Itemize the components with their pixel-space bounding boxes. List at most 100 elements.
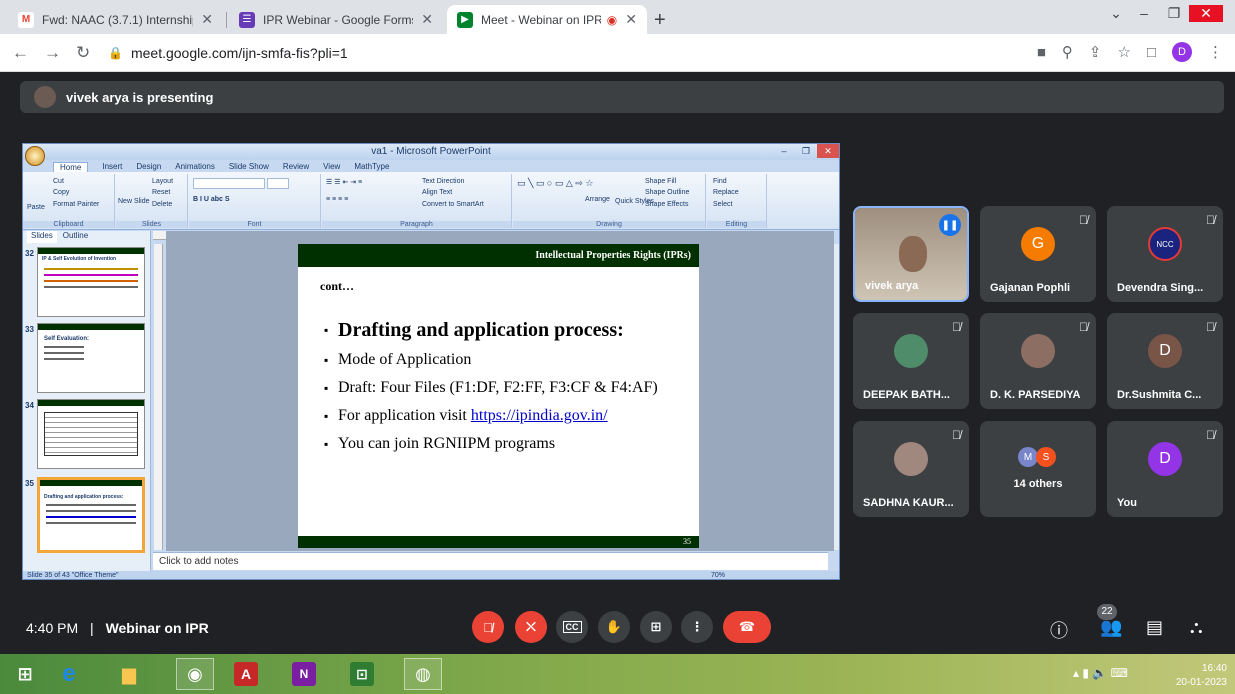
speaking-indicator-icon: ❚❚	[939, 214, 961, 236]
ppt-tab-design[interactable]: Design	[136, 162, 161, 172]
arrange-button[interactable]: Arrange	[585, 196, 610, 203]
text-direction-button[interactable]: Text Direction	[422, 178, 464, 185]
people-icon[interactable]: 👥	[1100, 617, 1122, 638]
tab-meet[interactable]: ▶ Meet - Webinar on IPR ◉ ✕	[447, 5, 647, 34]
acrobat-icon[interactable]: A	[234, 662, 258, 686]
align-icons[interactable]: ≡ ≡ ≡ ≡	[326, 196, 348, 203]
file-explorer-icon[interactable]: ▆	[110, 658, 148, 690]
close-icon[interactable]: ✕	[201, 11, 213, 28]
ppt-minimize-icon[interactable]: –	[773, 144, 795, 158]
present-now-button[interactable]: ⊞	[640, 611, 672, 643]
slide-thumbnail-selected[interactable]: Drafting and application process:	[37, 477, 145, 553]
participant-tile[interactable]: 🎙̸ G Gajanan Pophli	[980, 206, 1096, 302]
close-icon[interactable]: ✕	[421, 11, 433, 28]
reload-icon[interactable]: ↻	[76, 43, 90, 63]
shape-outline-button[interactable]: Shape Outline	[645, 189, 689, 196]
font-size-box[interactable]	[267, 178, 289, 189]
convert-smartart-button[interactable]: Convert to SmartArt	[422, 201, 484, 208]
maximize-icon[interactable]: ❐	[1159, 5, 1189, 22]
office-button-icon[interactable]	[25, 146, 45, 166]
participant-tile[interactable]: 🎙̸ DEEPAK BATH...	[853, 313, 969, 409]
tab-gmail[interactable]: M Fwd: NAAC (3.7.1) Internship Dat ✕	[8, 5, 223, 34]
ppt-tab-slide-show[interactable]: Slide Show	[229, 162, 269, 172]
meeting-details-icon[interactable]: ⓘ	[1050, 617, 1068, 643]
find-button[interactable]: Find	[713, 178, 727, 185]
pane-tab-outline[interactable]: Outline	[63, 231, 88, 243]
windows-start-icon[interactable]: ⊞	[6, 658, 44, 690]
thumb-number: 34	[25, 401, 34, 410]
ppt-tab-view[interactable]: View	[323, 162, 340, 172]
bookmark-star-icon[interactable]: ☆	[1117, 43, 1130, 61]
ppt-maximize-icon[interactable]: ❐	[795, 144, 817, 158]
ppt-tab-insert[interactable]: Insert	[102, 162, 122, 172]
side-panel-icon[interactable]: □	[1147, 44, 1156, 61]
layout-button[interactable]: Layout	[152, 178, 173, 185]
leave-call-button[interactable]: ☎	[723, 611, 771, 643]
participant-tile[interactable]: 🎙̸ NCC Devendra Sing...	[1107, 206, 1223, 302]
select-button[interactable]: Select	[713, 201, 732, 208]
ppt-tab-mathtype[interactable]: MathType	[354, 162, 389, 172]
raise-hand-button[interactable]: ✋	[598, 611, 630, 643]
zoom-icon[interactable]: ⚲	[1062, 43, 1073, 61]
delete-button[interactable]: Delete	[152, 201, 172, 208]
font-name-box[interactable]	[193, 178, 265, 189]
pane-tab-slides[interactable]: Slides	[27, 231, 57, 243]
store-icon[interactable]: ⊡	[350, 662, 374, 686]
onenote-icon[interactable]: N	[292, 662, 316, 686]
window-close-icon[interactable]: ✕	[1189, 4, 1223, 22]
align-text-button[interactable]: Align Text	[422, 189, 452, 196]
ppt-close-icon[interactable]: ✕	[817, 144, 839, 158]
system-tray-icons[interactable]: ▴ ▮ 🔈 ⌨	[1073, 666, 1128, 680]
kebab-menu-icon[interactable]: ⋮	[1208, 43, 1223, 61]
copy-button[interactable]: Copy	[53, 189, 69, 196]
chat-icon[interactable]: ▤	[1146, 617, 1163, 638]
list-icons[interactable]: ☰ ☰ ⇤ ⇥ ≡	[326, 178, 362, 186]
camera-icon[interactable]: ■	[1037, 44, 1046, 61]
bold-italic-underline-icons[interactable]: B I U abc S	[193, 196, 230, 203]
ppt-tab-animations[interactable]: Animations	[175, 162, 215, 172]
back-icon[interactable]: ←	[12, 43, 29, 63]
notes-pane[interactable]: Click to add notes	[153, 552, 828, 570]
participant-tile[interactable]: ❚❚ vivek arya	[853, 206, 969, 302]
shapes-gallery[interactable]: ▭ ╲ ▭ ○ ▭ △ ⇨ ☆	[517, 178, 593, 189]
more-options-button[interactable]: ⋮	[681, 611, 713, 643]
obs-icon[interactable]: ◍	[404, 658, 442, 690]
address-bar[interactable]: 🔒 meet.google.com/ijn-smfa-fis?pli=1	[108, 39, 1028, 67]
reset-button[interactable]: Reset	[152, 189, 170, 196]
forward-icon[interactable]: →	[44, 43, 61, 63]
ppt-tab-review[interactable]: Review	[283, 162, 309, 172]
camera-toggle-button[interactable]: ⛌	[515, 611, 547, 643]
minimize-icon[interactable]: –	[1129, 5, 1159, 21]
share-icon[interactable]: ⇪	[1089, 43, 1102, 61]
new-slide-button[interactable]: New Slide	[118, 198, 150, 205]
system-clock[interactable]: 16:40 20-01-2023	[1176, 662, 1227, 690]
participant-tile[interactable]: 🎙̸ SADHNA KAUR...	[853, 421, 969, 517]
ipindia-link[interactable]: https://ipindia.gov.in/	[471, 407, 608, 424]
canvas-scrollbar[interactable]	[834, 244, 839, 550]
slide-thumbnail[interactable]: IP & Self Evolution of Invention	[37, 247, 145, 317]
ppt-tab-home[interactable]: Home	[53, 162, 89, 172]
self-tile[interactable]: 🎙̸ D You	[1107, 421, 1223, 517]
tab-google-forms[interactable]: ☰ IPR Webinar - Google Forms ✕	[229, 5, 443, 34]
captions-button[interactable]: CC	[556, 611, 588, 643]
participant-tile[interactable]: 🎙̸ D. K. PARSEDIYA	[980, 313, 1096, 409]
chrome-icon[interactable]: ◉	[176, 658, 214, 690]
others-tile[interactable]: M S 14 others	[980, 421, 1096, 517]
cut-button[interactable]: Cut	[53, 178, 64, 185]
shape-effects-button[interactable]: Shape Effects	[645, 201, 688, 208]
activities-icon[interactable]: ⛬	[1190, 617, 1203, 638]
ie-icon[interactable]: e	[50, 658, 88, 690]
close-icon[interactable]: ✕	[625, 11, 637, 28]
profile-avatar[interactable]: D	[1172, 42, 1192, 62]
new-tab-button[interactable]: +	[654, 9, 666, 32]
slide-thumbnail[interactable]: Self Evaluation:	[37, 323, 145, 393]
replace-button[interactable]: Replace	[713, 189, 739, 196]
shape-fill-button[interactable]: Shape Fill	[645, 178, 676, 185]
mic-toggle-button[interactable]: 🎙̸	[472, 611, 504, 643]
tab-search-icon[interactable]: ⌄	[1103, 5, 1129, 22]
paste-button[interactable]: Paste	[27, 204, 45, 211]
slide-thumbnail[interactable]	[37, 399, 145, 469]
zoom-level[interactable]: 70%	[711, 571, 725, 579]
format-painter-button[interactable]: Format Painter	[53, 201, 99, 208]
participant-tile[interactable]: 🎙̸ D Dr.Sushmita C...	[1107, 313, 1223, 409]
